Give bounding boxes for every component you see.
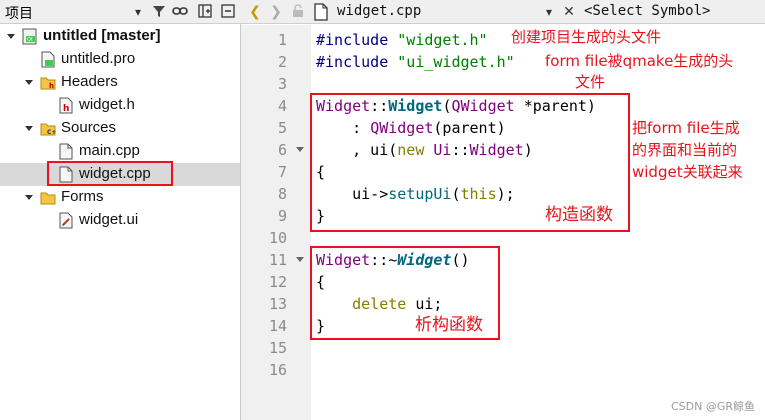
tree-item-headers[interactable]: h Headers	[0, 71, 240, 94]
line-number: 10	[268, 229, 287, 247]
forms-folder-icon	[40, 192, 56, 205]
expanded-arrow-icon[interactable]	[24, 77, 34, 87]
tree-item-sources[interactable]: C+ Sources	[0, 117, 240, 140]
header-file-icon: h	[59, 97, 73, 114]
svg-text:C+: C+	[47, 129, 56, 136]
annotation-form-note-1: form file被qmake生成的头	[545, 52, 734, 70]
tree-item-widget-ui[interactable]: widget.ui	[0, 209, 240, 232]
tree-item-label: widget.h	[79, 96, 135, 113]
tree-item-pro-file[interactable]: untitled.pro	[0, 48, 240, 71]
line-number-gutter: 1 2 3 4 5 6 7 8 9 10 11 12 13 14 15 16	[241, 25, 311, 420]
link-icon[interactable]	[172, 4, 188, 20]
sources-folder-icon: C+	[40, 123, 56, 136]
annotation-link-note-3: widget关联起来	[632, 163, 743, 181]
view-dropdown-icon[interactable]: ▾	[130, 4, 146, 20]
annotation-ctor-note: 构造函数	[545, 205, 613, 225]
svg-text:Qt: Qt	[27, 37, 33, 43]
fold-marker-icon[interactable]	[296, 147, 304, 152]
tree-item-label: Headers	[61, 73, 118, 90]
line-number: 8	[277, 185, 287, 203]
close-file-icon[interactable]: ✕	[561, 4, 577, 20]
open-file-name[interactable]: widget.cpp	[337, 3, 421, 19]
ui-file-icon	[59, 212, 73, 229]
cpp-file-icon	[59, 143, 73, 160]
annotation-form-note-2: 文件	[575, 73, 606, 91]
tree-item-label: widget.ui	[79, 211, 139, 228]
line-number: 1	[277, 31, 287, 49]
split-icon[interactable]	[197, 4, 213, 20]
line-number: 15	[268, 339, 287, 357]
project-pane-toolbar: 项目 ▾	[0, 0, 241, 24]
line-number: 4	[277, 97, 287, 115]
pro-file-icon	[41, 51, 55, 68]
tree-item-label: main.cpp	[79, 142, 140, 159]
symbol-selector[interactable]: <Select Symbol>	[584, 3, 710, 19]
line-number: 5	[277, 119, 287, 137]
tree-item-project[interactable]: Qt untitled [master]	[0, 25, 240, 48]
line-number: 3	[277, 75, 287, 93]
project-pane-title: 项目	[5, 6, 33, 22]
line-number: 2	[277, 53, 287, 71]
back-arrow-icon[interactable]: ❮	[247, 4, 263, 20]
tree-item-label: Forms	[61, 188, 104, 205]
svg-text:h: h	[49, 82, 54, 90]
cpp-file-icon	[312, 3, 330, 21]
expanded-arrow-icon[interactable]	[6, 31, 16, 41]
tree-item-forms[interactable]: Forms	[0, 186, 240, 209]
expanded-arrow-icon[interactable]	[24, 192, 34, 202]
line-number: 16	[268, 361, 287, 379]
annotation-box-widget-cpp	[47, 161, 173, 186]
expanded-arrow-icon[interactable]	[24, 123, 34, 133]
line-number: 7	[277, 163, 287, 181]
annotation-link-note-2: 的界面和当前的	[632, 141, 738, 159]
fold-marker-icon[interactable]	[296, 257, 304, 262]
filter-icon[interactable]	[151, 4, 167, 20]
annotation-dtor-note: 析构函数	[415, 315, 483, 335]
tree-item-label: Sources	[61, 119, 117, 136]
line-number: 11	[268, 251, 287, 269]
tree-item-label: untitled [master]	[43, 27, 161, 44]
forward-arrow-icon[interactable]: ❯	[268, 4, 284, 20]
headers-folder-icon: h	[40, 77, 56, 90]
tree-item-label: untitled.pro	[61, 50, 136, 67]
project-pane: 项目 ▾ Qt untitled [master] untitled.pro h…	[0, 0, 241, 420]
editor-toolbar: ❮ ❯ widget.cpp ▾ ✕ <Select Symbol>	[241, 0, 765, 24]
tree-item-widget-h[interactable]: h widget.h	[0, 94, 240, 117]
code-line-2: #include "ui_widget.h"	[316, 53, 515, 71]
close-pane-icon[interactable]	[220, 4, 236, 20]
code-line-1: #include "widget.h"	[316, 31, 488, 49]
annotation-link-note-1: 把form file生成	[632, 119, 740, 137]
line-number: 14	[268, 317, 287, 335]
line-number: 9	[277, 207, 287, 225]
annotation-header-note: 创建项目生成的头文件	[511, 28, 662, 46]
svg-text:h: h	[63, 104, 69, 114]
file-dropdown-icon[interactable]: ▾	[541, 4, 557, 20]
qt-project-icon: Qt	[22, 28, 37, 45]
watermark: CSDN @GR鲸鱼	[670, 400, 755, 413]
tree-item-main-cpp[interactable]: main.cpp	[0, 140, 240, 163]
line-number: 12	[268, 273, 287, 291]
line-number: 13	[268, 295, 287, 313]
lock-icon	[290, 4, 306, 20]
line-number: 6	[277, 141, 287, 159]
